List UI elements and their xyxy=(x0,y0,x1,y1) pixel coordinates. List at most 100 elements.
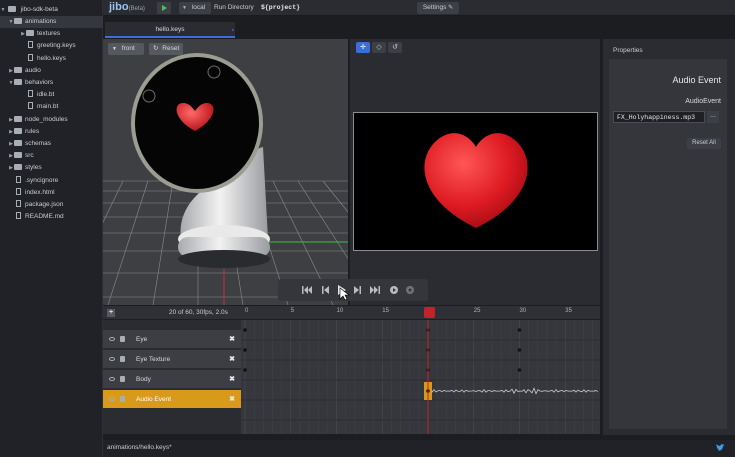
chevron-down-icon: ▼ xyxy=(0,7,6,13)
properties-title: Properties xyxy=(613,47,643,54)
tree-item-label: behaviors xyxy=(25,79,54,86)
tree-item-label: .syncignore xyxy=(25,176,59,184)
file-explorer-sidebar: ▼ jibo-sdk-beta ▼ animations ▶ textures gree… xyxy=(0,0,103,457)
tree-item-label: main.bt xyxy=(37,103,59,111)
eye-icon[interactable] xyxy=(109,377,115,381)
folder-icon xyxy=(26,30,34,37)
properties-panel: Properties Audio Event AudioEvent FX_Hol… xyxy=(603,39,735,435)
file-icon xyxy=(28,90,33,98)
tree-item-label: styles xyxy=(25,164,42,172)
timeline-tracks-area[interactable] xyxy=(241,320,600,434)
settings-button[interactable]: Settings ✎ xyxy=(417,2,459,14)
close-icon[interactable]: ✖ xyxy=(229,370,235,389)
close-icon[interactable]: ● xyxy=(232,22,234,37)
tree-item[interactable]: ▶ src xyxy=(0,150,103,162)
reset-all-button[interactable]: Reset All xyxy=(687,138,721,149)
audioevent-field[interactable]: FX_Holyhappiness.mp3 xyxy=(613,111,705,123)
tree-item[interactable]: ▶ rules xyxy=(0,126,103,138)
tree-item[interactable]: package.json xyxy=(0,199,103,211)
reset-label: Reset xyxy=(162,45,180,52)
track-row[interactable]: Eye Texture ✖ xyxy=(103,350,241,369)
brand-name: jibo xyxy=(109,1,129,13)
eye-icon[interactable] xyxy=(109,357,115,361)
step-back-icon[interactable] xyxy=(322,286,329,294)
move-tool-icon[interactable]: ✛ xyxy=(356,42,370,53)
timeline-tick-label: 15 xyxy=(382,308,389,314)
step-forward-icon[interactable] xyxy=(354,286,361,294)
face-preview-panel: ✛ ◇ ↺ xyxy=(350,39,600,305)
heart-graphic xyxy=(424,133,528,228)
folder-icon xyxy=(14,152,22,159)
tree-item-label: node_modules xyxy=(25,115,68,123)
tree-item[interactable]: main.bt xyxy=(0,101,103,113)
tree-root[interactable]: ▼ jibo-sdk-beta xyxy=(0,4,103,16)
run-directory-label: Run Directory xyxy=(214,4,254,11)
skip-to-start-icon[interactable] xyxy=(302,286,312,294)
file-icon xyxy=(28,53,33,61)
folder-icon xyxy=(14,164,22,171)
view-dropdown[interactable]: ▼ front xyxy=(108,43,144,55)
face-screen-preview[interactable] xyxy=(353,112,598,251)
reset-view-button[interactable]: ↻ Reset xyxy=(149,43,183,55)
tree-item[interactable]: ▶ audio xyxy=(0,65,103,77)
status-bar: animations/hello.keys* xyxy=(103,440,735,457)
tree-item[interactable]: .syncignore xyxy=(0,175,103,187)
folder-icon xyxy=(14,140,22,146)
tree-item-label: idle.bt xyxy=(37,91,55,99)
tree-item-label: rules xyxy=(25,127,40,135)
loop-icon[interactable] xyxy=(390,286,398,294)
keyframe-marker xyxy=(243,348,247,352)
tree-item[interactable]: ▼ behaviors xyxy=(0,77,103,89)
eye-icon[interactable] xyxy=(109,397,115,401)
tree-item[interactable]: index.html xyxy=(0,187,103,199)
tree-item-label: package.json xyxy=(25,201,64,208)
chevron-down-icon: ▼ xyxy=(182,5,187,11)
close-icon[interactable]: ✖ xyxy=(229,390,235,409)
close-icon[interactable]: ✖ xyxy=(229,350,235,369)
tree-item[interactable]: ▶ node_modules xyxy=(0,114,103,126)
tree-item[interactable]: ▶ styles xyxy=(0,162,103,174)
file-icon xyxy=(16,175,21,183)
tree-item[interactable]: hello.keys xyxy=(0,53,103,65)
tree-item[interactable]: ▼ animations xyxy=(0,16,103,28)
tree-item[interactable]: README.md xyxy=(0,211,103,223)
tree-item[interactable]: idle.bt xyxy=(0,89,103,101)
lock-icon[interactable] xyxy=(120,396,125,402)
browse-button[interactable]: ... xyxy=(707,111,719,123)
keyframe-marker xyxy=(243,328,247,332)
skip-to-end-icon[interactable] xyxy=(370,286,380,294)
tree-item[interactable]: ▶ textures xyxy=(0,28,103,40)
properties-body: Audio Event AudioEvent FX_Holyhappiness.… xyxy=(609,59,727,429)
track-row[interactable]: Body ✖ xyxy=(103,370,241,389)
settings-label: Settings xyxy=(422,4,447,11)
lock-icon[interactable] xyxy=(120,356,125,362)
3d-viewport[interactable]: ▼ front ↻ Reset xyxy=(103,39,348,305)
gear-icon[interactable] xyxy=(406,286,414,294)
track-row[interactable]: Eye ✖ xyxy=(103,330,241,349)
folder-icon xyxy=(14,115,22,122)
track-row[interactable]: Audio Event ✖ xyxy=(103,390,241,409)
file-icon xyxy=(28,41,33,49)
tab-hello-keys[interactable]: hello.keys ● xyxy=(105,22,235,38)
tree-item[interactable]: ▶ schemas xyxy=(0,138,103,150)
playhead-handle[interactable] xyxy=(424,307,435,318)
app-logo: jibo(Beta) xyxy=(109,1,145,13)
folder-icon xyxy=(14,18,22,24)
file-icon xyxy=(16,212,21,220)
target-dropdown[interactable]: ▼ local xyxy=(179,2,211,14)
timeline-tick-label: 5 xyxy=(290,308,295,314)
folder-icon xyxy=(14,127,22,134)
tree-item[interactable]: greeting.keys xyxy=(0,40,103,52)
run-directory-input[interactable]: ${project} xyxy=(261,2,300,14)
close-icon[interactable]: ✖ xyxy=(229,330,235,349)
lock-icon[interactable] xyxy=(120,336,125,342)
anchor-tool-icon[interactable]: ◇ xyxy=(372,42,386,53)
tree-item-label: src xyxy=(25,152,34,160)
run-button[interactable] xyxy=(157,2,171,14)
add-track-button[interactable]: + xyxy=(107,309,115,317)
lock-icon[interactable] xyxy=(120,376,125,382)
timeline-ruler[interactable]: 05101520253035 xyxy=(241,306,600,320)
rotate-tool-icon[interactable]: ↺ xyxy=(388,42,402,53)
eye-icon[interactable] xyxy=(109,337,115,341)
twitter-icon[interactable] xyxy=(716,444,725,452)
